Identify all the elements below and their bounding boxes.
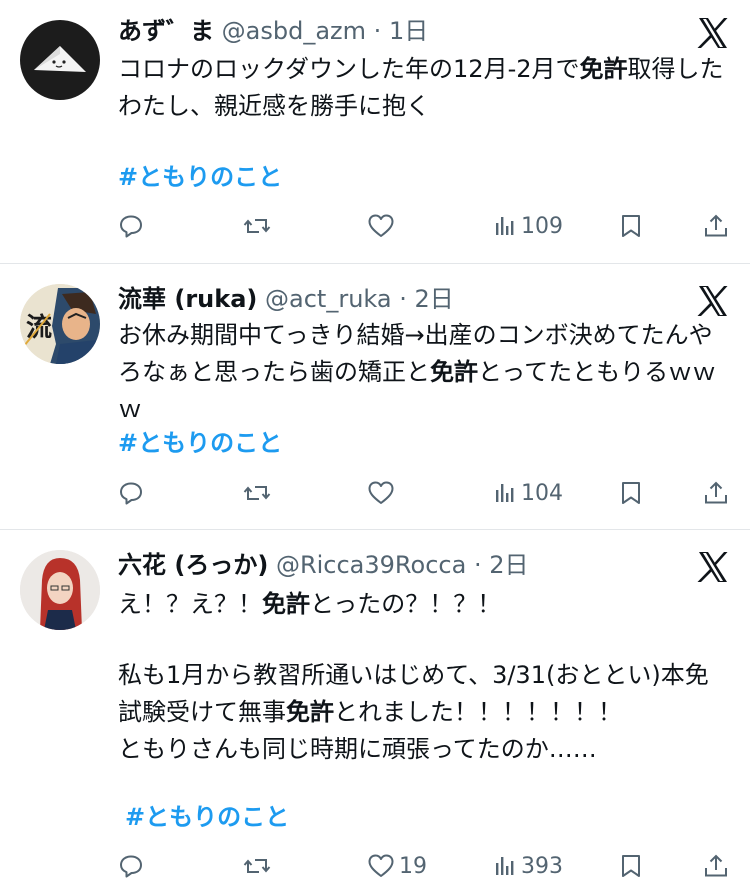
avatar-image	[34, 46, 86, 72]
views-icon	[496, 484, 514, 502]
retweet-icon	[243, 219, 271, 233]
tweet-text-segment: とったの？！？！	[310, 590, 502, 618]
bookmark-button[interactable]	[619, 473, 643, 513]
user-handle[interactable]: @Ricca39Rocca	[276, 551, 466, 579]
reply-icon	[120, 482, 142, 505]
share-icon	[705, 214, 727, 237]
views-button[interactable]: 393	[493, 846, 563, 886]
avatar-image	[20, 550, 100, 630]
action-bar: 104	[0, 473, 750, 513]
bookmark-button[interactable]	[619, 846, 643, 886]
bookmark-icon	[622, 215, 640, 237]
like-button[interactable]: 19	[367, 846, 427, 886]
share-icon	[705, 854, 727, 877]
reply-icon	[120, 215, 142, 238]
hashtag-link[interactable]: #ともりのこと	[118, 426, 282, 460]
action-bar: 19 393	[0, 846, 750, 886]
retweet-button[interactable]	[243, 206, 271, 246]
tweet-text-line: え！？え？！免許とったの？！？！	[118, 586, 730, 623]
tweet-header: あず゛ま @asbd_azm · 1日	[118, 14, 428, 48]
reply-button[interactable]	[118, 846, 144, 886]
tweet[interactable]: あず゛ま @asbd_azm · 1日 コロナのロックダウンした年の12月-2月…	[0, 0, 750, 264]
heart-icon	[368, 854, 394, 877]
user-handle[interactable]: @asbd_azm	[222, 17, 366, 45]
retweet-icon	[243, 486, 271, 500]
tweet-text-segment: え！？え？！	[118, 590, 262, 618]
views-icon	[496, 217, 514, 235]
tweet-header: 流華 (ruka) @act_ruka · 2日	[118, 282, 454, 316]
avatar-image: 流	[20, 284, 100, 364]
display-name[interactable]: 流華 (ruka)	[118, 285, 257, 313]
tweet-text-highlight: 免許	[430, 358, 478, 386]
heart-icon	[368, 481, 394, 504]
x-logo-icon[interactable]	[696, 550, 730, 584]
retweet-button[interactable]	[243, 473, 271, 513]
tweet-header: 六花 (ろっか) @Ricca39Rocca · 2日	[118, 548, 529, 582]
display-name[interactable]: あず゛ま	[118, 17, 214, 45]
hashtag-link[interactable]: #ともりのこと	[125, 800, 289, 834]
action-bar: 109	[0, 206, 750, 246]
views-icon	[496, 857, 514, 875]
tweet-text-highlight: 免許	[286, 698, 334, 726]
like-count: 19	[399, 853, 427, 879]
share-button[interactable]	[703, 206, 729, 246]
like-button[interactable]	[367, 473, 399, 513]
x-logo-icon[interactable]	[696, 16, 730, 50]
avatar[interactable]	[20, 550, 100, 630]
share-icon	[705, 481, 727, 504]
tweet-text-segment: コロナのロックダウンした年の12月-2月で	[118, 55, 580, 83]
hashtag-link[interactable]: #ともりのこと	[118, 160, 282, 194]
bookmark-icon	[622, 482, 640, 504]
tweet-text-highlight: 免許	[262, 590, 310, 618]
view-count: 109	[521, 213, 563, 239]
bookmark-button[interactable]	[619, 206, 643, 246]
avatar[interactable]	[20, 20, 100, 100]
view-count: 393	[521, 853, 563, 879]
timestamp[interactable]: 2日	[489, 551, 528, 579]
reply-button[interactable]	[118, 206, 144, 246]
tweet-text: お休み期間中てっきり結婚→出産のコンボ決めてたんやろなぁと思ったら歯の矯正と免許…	[118, 317, 730, 428]
tweet[interactable]: 流 流華 (ruka) @act_ruka · 2日 お休み期間中てっきり結婚→…	[0, 264, 750, 530]
separator: ·	[399, 285, 407, 313]
share-button[interactable]	[703, 473, 729, 513]
bookmark-icon	[622, 855, 640, 877]
tweet-text: コロナのロックダウンした年の12月-2月で免許取得したわたし、親近感を勝手に抱く	[118, 51, 730, 125]
views-button[interactable]: 109	[493, 206, 563, 246]
reply-button[interactable]	[118, 473, 144, 513]
user-handle[interactable]: @act_ruka	[265, 285, 392, 313]
timestamp[interactable]: 1日	[389, 17, 428, 45]
tweet-text-highlight: 免許	[579, 55, 628, 83]
separator: ·	[473, 551, 482, 579]
view-count: 104	[521, 480, 563, 506]
x-logo-icon[interactable]	[696, 284, 730, 318]
like-button[interactable]	[367, 206, 399, 246]
avatar[interactable]: 流	[20, 284, 100, 364]
tweet-text-segment: とれました！！！！！！！	[334, 698, 622, 726]
display-name[interactable]: 六花 (ろっか)	[118, 551, 268, 579]
retweet-button[interactable]	[243, 846, 271, 886]
tweet-text-paragraph: 私も1月から教習所通いはじめて、3/31(おととい)本免試験受けて無事免許とれま…	[118, 657, 730, 731]
separator: ·	[373, 17, 382, 45]
heart-icon	[368, 214, 394, 237]
retweet-icon	[243, 859, 271, 873]
views-button[interactable]: 104	[493, 473, 563, 513]
reply-icon	[120, 855, 142, 878]
share-button[interactable]	[703, 846, 729, 886]
tweet-text-line: ともりさんも同じ時期に頑張ってたのか……	[118, 735, 597, 763]
tweet[interactable]: 六花 (ろっか) @Ricca39Rocca · 2日 え！？え？！免許とったの…	[0, 530, 750, 887]
timestamp[interactable]: 2日	[415, 285, 454, 313]
